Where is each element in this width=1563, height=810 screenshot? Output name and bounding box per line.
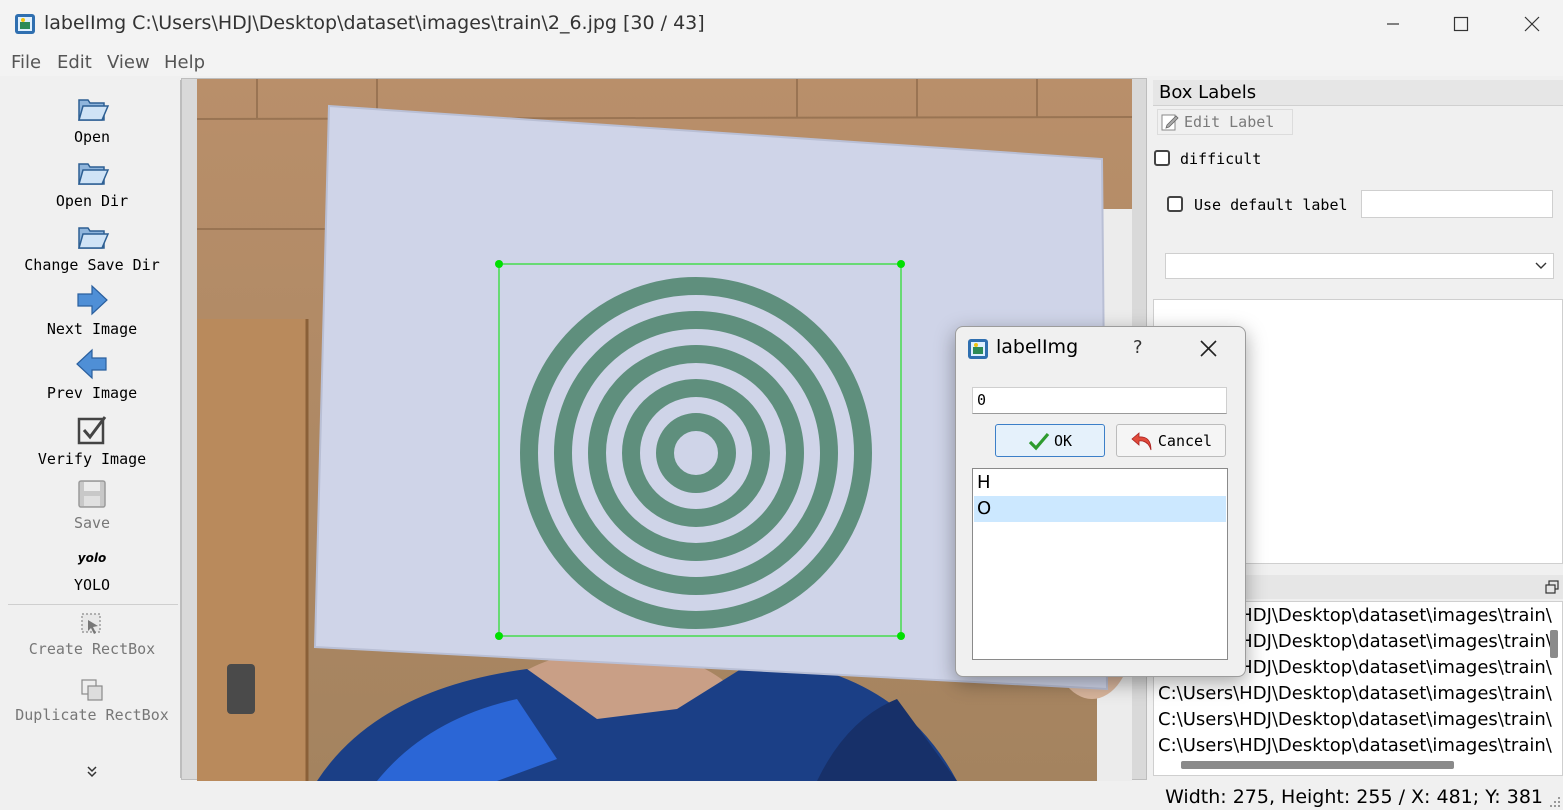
save-button[interactable]: Save (4, 476, 180, 532)
duplicate-rect-icon (81, 679, 103, 701)
change-save-dir-button[interactable]: Change Save Dir (4, 218, 180, 274)
floppy-icon (78, 480, 106, 508)
toolbar-expand-button[interactable] (4, 764, 180, 780)
bbox-handle (495, 260, 503, 268)
label-dialog: labelImg ? 0 OK Cancel H O (955, 326, 1246, 677)
status-bar: Width: 275, Height: 255 / X: 481; Y: 381 (0, 782, 1563, 810)
maximize-icon (1453, 16, 1469, 32)
open-dir-button[interactable]: Open Dir (4, 154, 180, 210)
label-combo[interactable] (1165, 253, 1554, 279)
open-label: Open (73, 128, 111, 146)
cancel-label: Cancel (1157, 431, 1213, 450)
bbox-handle (897, 632, 905, 640)
labelimg-app-icon (15, 14, 35, 34)
dialog-title: labelImg (996, 336, 1079, 358)
prev-image-label: Prev Image (46, 384, 138, 402)
menu-file[interactable]: File (11, 52, 41, 73)
checkbox-icon (77, 416, 107, 445)
cancel-button[interactable]: Cancel (1116, 424, 1226, 457)
open-dir-label: Open Dir (55, 192, 129, 210)
resize-grip-icon[interactable] (1549, 796, 1561, 808)
verify-image-button[interactable]: Verify Image (4, 412, 180, 468)
create-rectbox-label: Create RectBox (28, 640, 156, 658)
folder-open-icon (78, 99, 110, 121)
chevron-down-icon (1535, 262, 1547, 269)
title-bar: labelImg C:\Users\HDJ\Desktop\dataset\im… (0, 0, 1563, 48)
menu-edit[interactable]: Edit (57, 52, 92, 73)
edit-icon (1161, 114, 1179, 131)
difficult-checkbox[interactable] (1154, 150, 1170, 166)
maximize-button[interactable] (1438, 6, 1484, 42)
verify-image-label: Verify Image (37, 450, 147, 468)
change-save-dir-label: Change Save Dir (24, 256, 160, 274)
label-list-item[interactable]: H (974, 470, 1226, 496)
edit-label-text: Edit Label (1184, 113, 1275, 131)
folder-open-icon (78, 227, 110, 249)
duplicate-rectbox-button[interactable]: Duplicate RectBox (4, 676, 180, 724)
check-icon (1028, 432, 1050, 450)
label-list-item-selected[interactable]: O (974, 496, 1226, 522)
use-default-label-checkbox[interactable] (1167, 196, 1183, 212)
yolo-format-button[interactable]: yolo YOLO (4, 548, 180, 594)
difficult-label: difficult (1180, 150, 1262, 168)
undo-arrow-icon (1131, 431, 1152, 450)
prev-image-button[interactable]: Prev Image (4, 346, 180, 402)
edit-label-button[interactable]: Edit Label (1157, 109, 1293, 135)
menu-help[interactable]: Help (164, 52, 205, 73)
create-rect-icon (81, 613, 101, 634)
menu-view[interactable]: View (107, 52, 150, 73)
close-icon (1524, 16, 1540, 32)
duplicate-rectbox-label: Duplicate RectBox (15, 706, 169, 724)
ok-label: OK (1053, 431, 1073, 450)
toolbar-divider (8, 604, 178, 605)
help-button[interactable]: ? (1133, 337, 1143, 358)
use-default-label-text: Use default label (1194, 196, 1348, 214)
double-chevron-down-icon (87, 766, 97, 778)
bbox-handle (495, 632, 503, 640)
dialog-close-icon[interactable] (1200, 340, 1217, 357)
open-button[interactable]: Open (4, 90, 180, 146)
next-image-button[interactable]: Next Image (4, 282, 180, 338)
horizontal-scrollbar[interactable] (1181, 761, 1454, 769)
vertical-scrollbar[interactable] (1550, 630, 1558, 658)
labelimg-app-icon (968, 339, 988, 359)
window-title: labelImg C:\Users\HDJ\Desktop\dataset\im… (44, 12, 705, 34)
arrow-left-icon (76, 348, 107, 380)
file-list-item[interactable]: C:\Users\HDJ\Desktop\dataset\images\trai… (1158, 709, 1552, 730)
yolo-label: YOLO (73, 576, 111, 594)
left-toolbar: Open Open Dir Change Save Dir Next Image… (4, 80, 181, 778)
minimize-button[interactable] (1370, 6, 1416, 42)
arrow-right-icon (77, 284, 108, 316)
folder-open-icon (78, 163, 110, 185)
float-dock-icon[interactable] (1545, 580, 1559, 594)
box-labels-dock-title: Box Labels (1153, 80, 1563, 106)
bbox-handle (897, 260, 905, 268)
file-list-item[interactable]: C:\Users\HDJ\Desktop\dataset\images\trai… (1158, 683, 1552, 704)
ok-button[interactable]: OK (995, 424, 1105, 457)
status-text: Width: 275, Height: 255 / X: 481; Y: 381 (1165, 786, 1543, 808)
minimize-icon (1387, 23, 1399, 25)
label-input[interactable]: 0 (972, 387, 1227, 414)
file-list-item[interactable]: C:\Users\HDJ\Desktop\dataset\images\trai… (1158, 735, 1552, 756)
default-label-input[interactable] (1361, 190, 1553, 218)
next-image-label: Next Image (46, 320, 138, 338)
label-history-list[interactable]: H O (972, 468, 1228, 660)
close-button[interactable] (1509, 6, 1555, 42)
menu-bar: File Edit View Help (0, 48, 1563, 76)
create-rectbox-button[interactable]: Create RectBox (4, 610, 180, 658)
save-label: Save (73, 514, 111, 532)
yolo-icon: yolo (77, 551, 107, 565)
